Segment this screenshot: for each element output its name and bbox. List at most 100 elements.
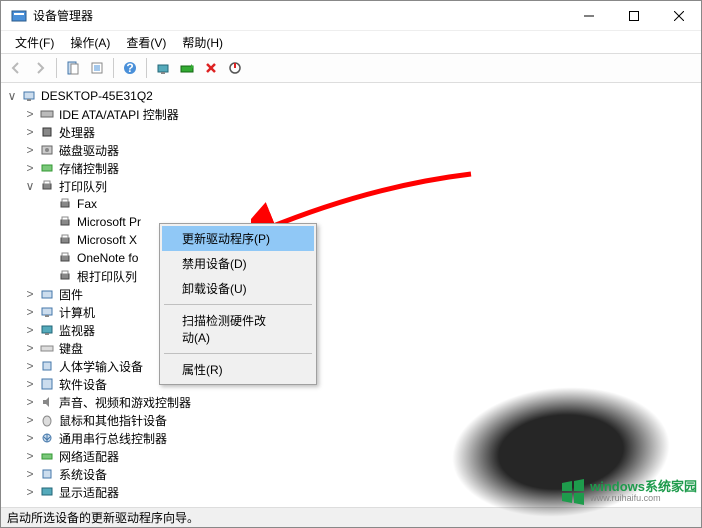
menu-help[interactable]: 帮助(H) — [174, 32, 231, 53]
tree-node-label: 人体学输入设备 — [59, 358, 143, 375]
tree-node[interactable]: > 存储控制器 — [1, 159, 701, 177]
maximize-button[interactable] — [611, 1, 656, 31]
menu-file[interactable]: 文件(F) — [7, 32, 62, 53]
context-properties[interactable]: 属性(R) — [162, 357, 314, 382]
tree-node[interactable]: > 监视器 — [1, 321, 701, 339]
tree-leaf[interactable]: >根打印队列 — [1, 267, 701, 285]
tree-leaf[interactable]: >Microsoft X — [1, 231, 701, 249]
printer-icon — [57, 232, 73, 248]
printer-icon — [57, 196, 73, 212]
tree-node-label: 软件设备 — [59, 376, 107, 393]
tree-node-label: 存储控制器 — [59, 160, 119, 177]
show-properties-button[interactable] — [62, 57, 84, 79]
printer-icon — [57, 214, 73, 230]
back-button[interactable] — [5, 57, 27, 79]
context-disable-device[interactable]: 禁用设备(D) — [162, 251, 314, 276]
context-separator — [164, 304, 312, 305]
statusbar-text: 启动所选设备的更新驱动程序向导。 — [7, 509, 199, 526]
tree-node[interactable]: > 处理器 — [1, 123, 701, 141]
chevron-down-icon[interactable]: ∨ — [23, 179, 37, 193]
chevron-right-icon[interactable]: > — [23, 377, 37, 391]
chevron-right-icon[interactable]: > — [23, 305, 37, 319]
watermark-url: www.ruihaifu.com — [590, 494, 697, 503]
computer-icon — [39, 304, 55, 320]
context-update-driver[interactable]: 更新驱动程序(P) — [162, 226, 314, 251]
scan-hardware-button[interactable] — [152, 57, 174, 79]
printer-icon — [57, 250, 73, 266]
keyboard-icon — [39, 340, 55, 356]
tree-node-label: 计算机 — [59, 304, 95, 321]
minimize-button[interactable] — [566, 1, 611, 31]
tree-node-label: 键盘 — [59, 340, 83, 357]
chevron-right-icon[interactable]: > — [23, 161, 37, 175]
tree-node[interactable]: > 键盘 — [1, 339, 701, 357]
context-uninstall-device[interactable]: 卸载设备(U) — [162, 276, 314, 301]
system-icon — [39, 466, 55, 482]
tree-leaf-label: Microsoft X — [77, 233, 137, 247]
tree-leaf[interactable]: >Microsoft Pr — [1, 213, 701, 231]
chevron-right-icon[interactable]: > — [23, 395, 37, 409]
chevron-right-icon[interactable]: > — [23, 125, 37, 139]
tree-leaf-label: Fax — [77, 197, 97, 211]
tree-node-label: 处理器 — [59, 124, 95, 141]
tree-leaf[interactable]: >OneNote fo — [1, 249, 701, 267]
chevron-down-icon[interactable]: ∨ — [5, 89, 19, 103]
window-controls — [566, 1, 701, 31]
tree-node-label: 系统设备 — [59, 466, 107, 483]
tree-root-label: DESKTOP-45E31Q2 — [41, 89, 153, 103]
printer-icon — [39, 178, 55, 194]
chevron-right-icon[interactable]: > — [23, 341, 37, 355]
chevron-right-icon[interactable]: > — [23, 359, 37, 373]
software-icon — [39, 376, 55, 392]
monitor-icon — [39, 322, 55, 338]
tree-node[interactable]: > 计算机 — [1, 303, 701, 321]
toolbar-separator — [56, 58, 57, 78]
tree-node-label: IDE ATA/ATAPI 控制器 — [59, 106, 179, 123]
chevron-right-icon[interactable]: > — [23, 287, 37, 301]
chevron-right-icon[interactable]: > — [23, 143, 37, 157]
tree-leaf[interactable]: >Fax — [1, 195, 701, 213]
tree-node[interactable]: > IDE ATA/ATAPI 控制器 — [1, 105, 701, 123]
tree-node[interactable]: ∨打印队列 — [1, 177, 701, 195]
watermark-logo-icon — [560, 479, 586, 505]
tree-node-label: 磁盘驱动器 — [59, 142, 119, 159]
tree-node[interactable]: > 固件 — [1, 285, 701, 303]
chevron-right-icon[interactable]: > — [23, 323, 37, 337]
chevron-right-icon[interactable]: > — [23, 449, 37, 463]
chevron-right-icon[interactable]: > — [23, 431, 37, 445]
network-icon — [39, 448, 55, 464]
hid-icon — [39, 358, 55, 374]
close-button[interactable] — [656, 1, 701, 31]
chevron-right-icon[interactable]: > — [23, 413, 37, 427]
svg-text:?: ? — [126, 61, 133, 75]
computer-icon — [21, 88, 37, 104]
firmware-icon — [39, 286, 55, 302]
watermark-brand: windows系统家园 — [590, 480, 697, 494]
toolbar-separator — [113, 58, 114, 78]
tree-leaf-label: Microsoft Pr — [77, 215, 141, 229]
tree-leaf-label: 根打印队列 — [77, 268, 137, 285]
properties-button-2[interactable] — [86, 57, 108, 79]
sound-icon — [39, 394, 55, 410]
tree-node[interactable]: > 磁盘驱动器 — [1, 141, 701, 159]
tree-node-label: 声音、视频和游戏控制器 — [59, 394, 191, 411]
tree-node-label: 固件 — [59, 286, 83, 303]
chevron-right-icon[interactable]: > — [23, 467, 37, 481]
update-driver-button[interactable] — [176, 57, 198, 79]
context-scan-hardware[interactable]: 扫描检测硬件改动(A) — [162, 308, 314, 350]
tree-node-label: 监视器 — [59, 322, 95, 339]
context-separator — [164, 353, 312, 354]
chevron-right-icon[interactable]: > — [23, 107, 37, 121]
help-button[interactable]: ? — [119, 57, 141, 79]
menu-view[interactable]: 查看(V) — [118, 32, 174, 53]
disable-button[interactable] — [224, 57, 246, 79]
display-icon — [39, 484, 55, 500]
uninstall-button[interactable] — [200, 57, 222, 79]
chevron-right-icon[interactable]: > — [23, 485, 37, 499]
tree-root[interactable]: ∨ DESKTOP-45E31Q2 — [1, 87, 701, 105]
tree-node-label: 网络适配器 — [59, 448, 119, 465]
forward-button[interactable] — [29, 57, 51, 79]
menu-action[interactable]: 操作(A) — [62, 32, 118, 53]
window-title: 设备管理器 — [33, 7, 566, 24]
tree-node[interactable]: > 人体学输入设备 — [1, 357, 701, 375]
